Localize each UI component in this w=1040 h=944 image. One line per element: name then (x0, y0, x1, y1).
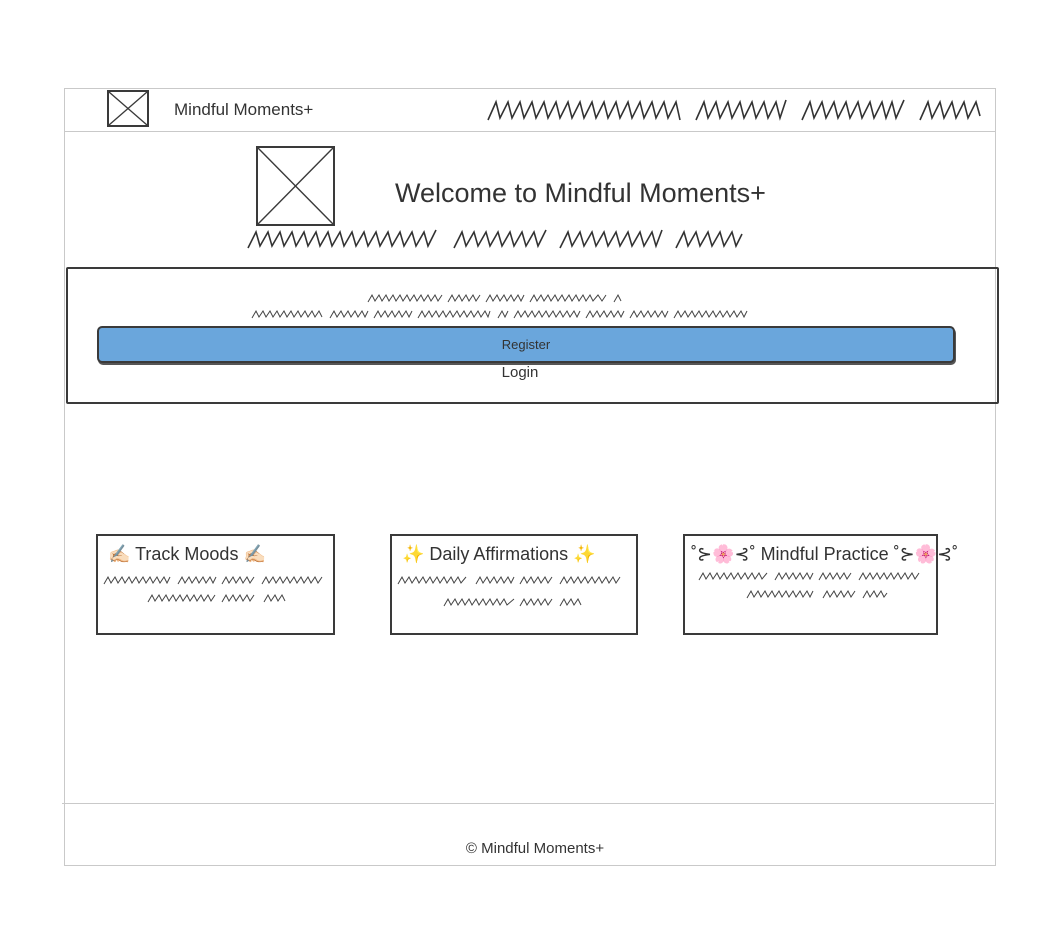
hero-title: Welcome to Mindful Moments+ (395, 178, 766, 208)
page: Mindful Moments+ Welcome to Mindful Mome… (0, 0, 1040, 944)
logo-image-placeholder[interactable] (107, 90, 149, 127)
footer-divider (62, 803, 994, 804)
auth-text-scribble-line1 (367, 293, 622, 303)
feature-card-text-scribble (698, 571, 920, 599)
logo-text[interactable]: Mindful Moments+ (174, 100, 313, 120)
header-divider (64, 131, 996, 132)
footer-copyright: © Mindful Moments+ (465, 840, 605, 857)
hero-subtitle-scribble (247, 229, 743, 249)
feature-card-title: ˚⊱🌸⊰˚ Mindful Practice ˚⊱🌸⊰˚ (691, 544, 959, 564)
feature-card-daily-affirmations: ✨ Daily Affirmations ✨ (390, 534, 638, 635)
feature-card-title: ✍🏻 Track Moods ✍🏻 (108, 544, 266, 564)
feature-card-text-scribble (103, 575, 323, 603)
auth-text-scribble-line2 (251, 309, 748, 319)
feature-card-title: ✨ Daily Affirmations ✨ (402, 544, 596, 564)
feature-card-track-moods: ✍🏻 Track Moods ✍🏻 (96, 534, 335, 635)
feature-card-text-scribble (397, 575, 621, 607)
register-button[interactable]: Register (97, 326, 955, 363)
hero-image-placeholder (256, 146, 335, 226)
nav-links-scribble[interactable] (486, 96, 982, 126)
feature-card-mindful-practice: ˚⊱🌸⊰˚ Mindful Practice ˚⊱🌸⊰˚ (683, 534, 958, 635)
login-link[interactable]: Login (480, 364, 560, 381)
